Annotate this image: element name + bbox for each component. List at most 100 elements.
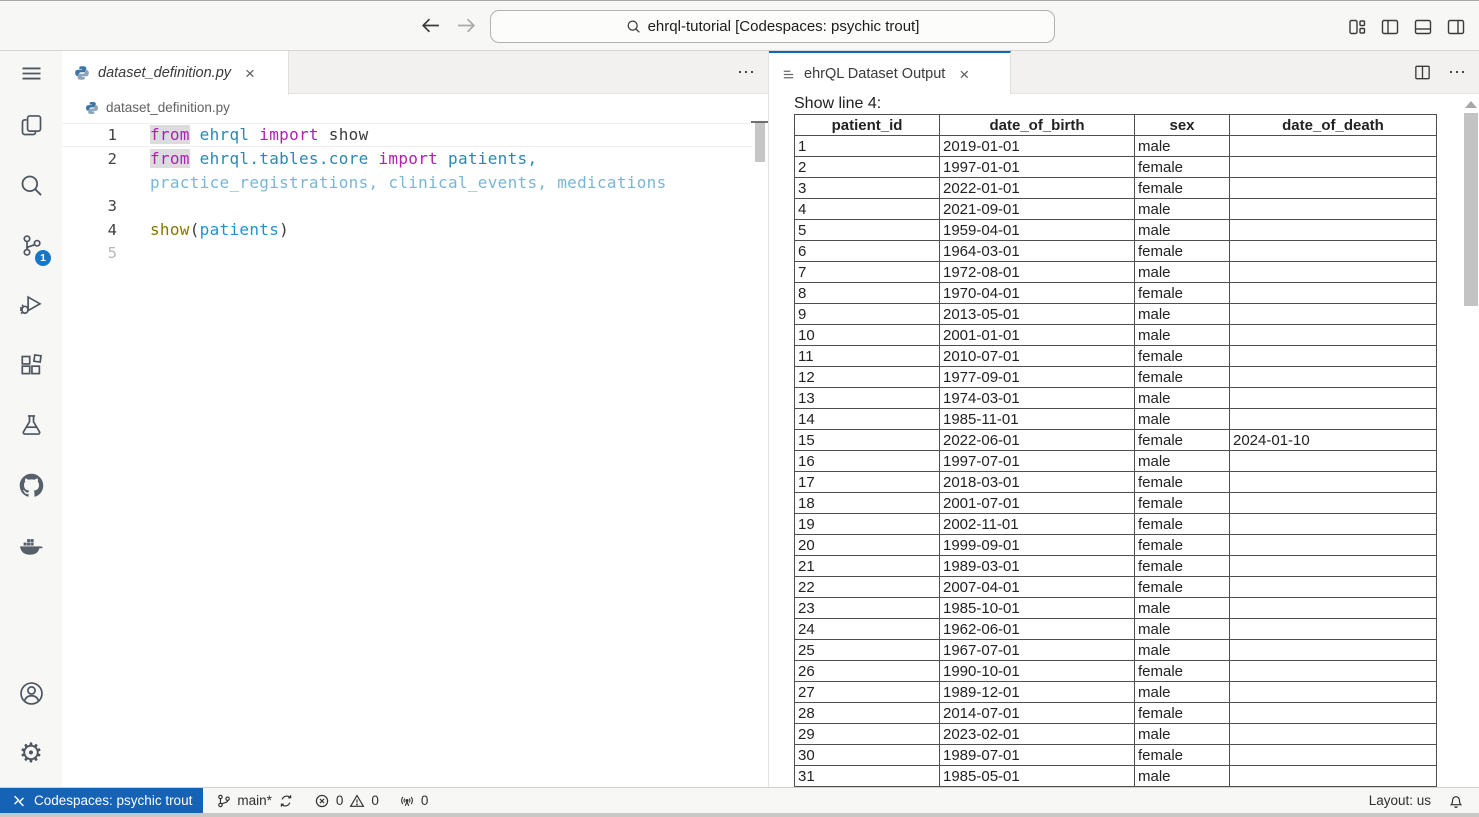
- output-more-actions-icon[interactable]: ⋯: [1448, 62, 1467, 83]
- sync-button[interactable]: [278, 793, 294, 809]
- table-cell: [1230, 577, 1437, 598]
- table-row: 201999-09-01female: [795, 535, 1437, 556]
- docker-whale-icon: [18, 532, 45, 559]
- output-group: ehrQL Dataset Output × ⋯ Show line 4: pa…: [768, 51, 1479, 787]
- tab-ehrql-dataset-output[interactable]: ehrQL Dataset Output ×: [769, 51, 1011, 95]
- sidebar-item-extensions[interactable]: [0, 335, 62, 395]
- vscode-window: ehrql-tutorial [Codespaces: psychic trou…: [0, 0, 1479, 817]
- split-editor-icon[interactable]: [1413, 63, 1432, 82]
- table-cell: 2007-04-01: [940, 577, 1135, 598]
- table-cell: 4: [795, 199, 940, 220]
- table-header-row: patient_id date_of_birth sex date_of_dea…: [795, 115, 1437, 136]
- output-scrollbar[interactable]: [1464, 113, 1478, 306]
- table-cell: 1997-01-01: [940, 157, 1135, 178]
- search-icon: [626, 19, 641, 34]
- code-token: ehrql: [190, 125, 260, 144]
- table-cell: 12: [795, 367, 940, 388]
- close-icon[interactable]: ×: [959, 66, 969, 83]
- table-cell: 1989-03-01: [940, 556, 1135, 577]
- sidebar-item-github[interactable]: [0, 455, 62, 515]
- keyboard-layout-indicator[interactable]: Layout: us: [1369, 793, 1431, 808]
- gear-icon: ⚙: [19, 740, 43, 767]
- code-token: ): [279, 220, 289, 239]
- editor-scrollbar[interactable]: [755, 123, 765, 162]
- table-cell: 1959-04-01: [940, 220, 1135, 241]
- table-cell: [1230, 409, 1437, 430]
- sidebar-item-search[interactable]: [0, 155, 62, 215]
- scroll-up-arrow-icon[interactable]: [1463, 99, 1479, 109]
- table-cell: male: [1135, 619, 1230, 640]
- sidebar-item-source-control[interactable]: 1: [0, 215, 62, 275]
- files-icon: [18, 112, 45, 139]
- table-row: 231985-10-01male: [795, 598, 1437, 619]
- line-number: 1: [62, 126, 117, 144]
- table-cell: 8: [795, 283, 940, 304]
- close-icon[interactable]: ×: [245, 65, 255, 82]
- ports-indicator[interactable]: 0: [399, 793, 429, 809]
- customize-layout-icon[interactable]: [1347, 17, 1367, 37]
- table-cell: 2023-02-01: [940, 724, 1135, 745]
- remote-indicator[interactable]: Codespaces: psychic trout: [0, 788, 203, 813]
- sidebar-item-run-debug[interactable]: [0, 275, 62, 335]
- background-window-strip: NEW TUTORIAL SETTINGS >< SETTINGS: [0, 813, 1479, 817]
- tab-dataset-definition[interactable]: dataset_definition.py ×: [62, 51, 289, 95]
- table-cell: 19: [795, 514, 940, 535]
- table-row: 261990-10-01female: [795, 661, 1437, 682]
- toggle-sidebar-icon[interactable]: [1380, 17, 1400, 37]
- code-line-4: 4 show(patients): [62, 218, 752, 242]
- branch-indicator[interactable]: main*: [216, 793, 272, 809]
- table-cell: 2: [795, 157, 940, 178]
- breadcrumb[interactable]: dataset_definition.py: [62, 94, 768, 121]
- sidebar-item-testing[interactable]: [0, 395, 62, 455]
- table-cell: male: [1135, 325, 1230, 346]
- table-cell: male: [1135, 451, 1230, 472]
- table-cell: [1230, 283, 1437, 304]
- menu-button[interactable]: [0, 51, 62, 95]
- table-cell: 2021-09-01: [940, 199, 1135, 220]
- forward-arrow-icon[interactable]: [456, 15, 477, 36]
- bell-icon[interactable]: [1448, 793, 1464, 809]
- table-cell: [1230, 535, 1437, 556]
- sidebar-item-docker[interactable]: [0, 515, 62, 575]
- table-cell: female: [1135, 493, 1230, 514]
- table-cell: 1989-12-01: [940, 682, 1135, 703]
- table-row: 161997-07-01male: [795, 451, 1437, 472]
- editor-more-actions-icon[interactable]: ⋯: [737, 62, 756, 83]
- table-cell: 1974-03-01: [940, 388, 1135, 409]
- accounts-button[interactable]: [0, 663, 62, 723]
- line-number: 4: [62, 221, 117, 239]
- line-number: 5: [62, 244, 117, 262]
- table-cell: [1230, 346, 1437, 367]
- table-cell: [1230, 682, 1437, 703]
- table-cell: 5: [795, 220, 940, 241]
- table-cell: [1230, 388, 1437, 409]
- back-arrow-icon[interactable]: [420, 15, 441, 36]
- table-cell: 2001-01-01: [940, 325, 1135, 346]
- code-editor[interactable]: 1 from ehrql import show 2 from ehrql.ta…: [62, 121, 768, 265]
- table-cell: 23: [795, 598, 940, 619]
- table-cell: 9: [795, 304, 940, 325]
- table-cell: 1977-09-01: [940, 367, 1135, 388]
- table-cell: 22: [795, 577, 940, 598]
- table-cell: female: [1135, 661, 1230, 682]
- line-number: 2: [62, 150, 117, 168]
- code-token: (: [190, 220, 200, 239]
- command-center-search[interactable]: ehrql-tutorial [Codespaces: psychic trou…: [490, 10, 1055, 43]
- output-heading: Show line 4:: [794, 95, 1479, 113]
- settings-button[interactable]: ⚙: [0, 723, 62, 783]
- table-cell: [1230, 199, 1437, 220]
- table-cell: male: [1135, 640, 1230, 661]
- problems-indicator[interactable]: 0 0: [314, 793, 379, 809]
- toggle-panel-icon[interactable]: [1413, 17, 1433, 37]
- table-row: 192002-11-01female: [795, 514, 1437, 535]
- table-row: 172018-03-01female: [795, 472, 1437, 493]
- sidebar-item-explorer[interactable]: [0, 95, 62, 155]
- tab-label: ehrQL Dataset Output: [804, 66, 945, 82]
- toggle-secondary-sidebar-icon[interactable]: [1446, 17, 1466, 37]
- table-cell: 11: [795, 346, 940, 367]
- table-cell: [1230, 514, 1437, 535]
- table-cell: male: [1135, 598, 1230, 619]
- table-cell: 1972-08-01: [940, 262, 1135, 283]
- table-row: 251967-07-01male: [795, 640, 1437, 661]
- table-row: 81970-04-01female: [795, 283, 1437, 304]
